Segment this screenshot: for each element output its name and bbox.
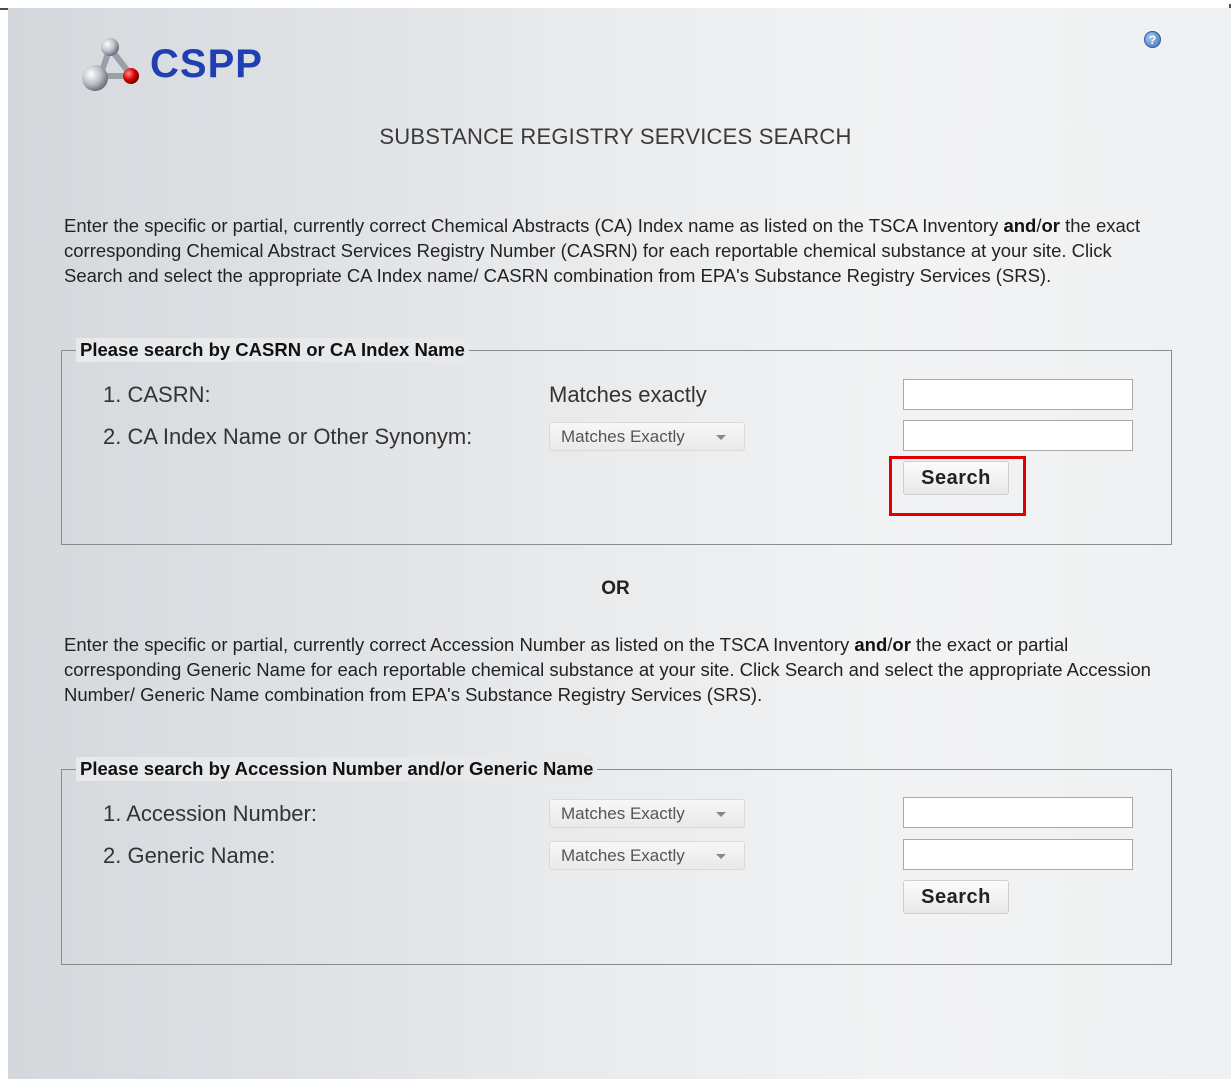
casrn-label: 1. CASRN: — [103, 382, 211, 407]
page-title: SUBSTANCE REGISTRY SERVICES SEARCH — [379, 124, 852, 149]
accession-number-label: 1. Accession Number: — [103, 801, 317, 826]
generic-name-match-select[interactable]: Matches Exactly — [549, 841, 745, 870]
chevron-down-icon — [716, 854, 726, 859]
ca-index-name-input[interactable] — [903, 420, 1133, 451]
search-button-highlight — [889, 456, 1026, 516]
help-icon[interactable]: ? — [1144, 31, 1161, 48]
instruction-bold-and: and — [854, 634, 888, 655]
accession-instructions: Enter the specific or partial, currently… — [64, 632, 1164, 707]
select-value: Matches Exactly — [561, 804, 685, 823]
chevron-down-icon — [716, 812, 726, 817]
cspp-logo: CSPP — [78, 34, 263, 94]
app-logo-text: CSPP — [150, 41, 263, 86]
instruction-text: Enter the specific or partial, currently… — [64, 634, 855, 655]
instruction-bold-and: and — [1003, 215, 1037, 236]
instruction-bold-or: or — [1041, 215, 1060, 236]
casrn-input[interactable] — [903, 379, 1133, 410]
ca-index-name-label: 2. CA Index Name or Other Synonym: — [103, 424, 473, 449]
instruction-text: Enter the specific or partial, currently… — [64, 215, 1004, 236]
molecule-icon — [82, 38, 139, 91]
casrn-match-text: Matches exactly — [549, 382, 707, 407]
instruction-bold-or: or — [892, 634, 911, 655]
generic-name-input[interactable] — [903, 839, 1133, 870]
accession-fieldset-legend: Please search by Accession Number and/or… — [76, 757, 598, 781]
select-value: Matches Exactly — [561, 427, 685, 446]
casrn-fieldset-legend: Please search by CASRN or CA Index Name — [76, 338, 469, 362]
casrn-instructions: Enter the specific or partial, currently… — [64, 213, 1164, 288]
generic-name-label: 2. Generic Name: — [103, 843, 276, 868]
accession-search-fieldset: Please search by Accession Number and/or… — [61, 757, 1172, 965]
accession-match-select[interactable]: Matches Exactly — [549, 799, 745, 828]
or-separator: OR — [601, 578, 630, 599]
accession-search-button[interactable]: Search — [903, 880, 1009, 914]
chevron-down-icon — [716, 435, 726, 440]
accession-number-input[interactable] — [903, 797, 1133, 828]
ca-index-match-select[interactable]: Matches Exactly — [549, 422, 745, 451]
select-value: Matches Exactly — [561, 846, 685, 865]
